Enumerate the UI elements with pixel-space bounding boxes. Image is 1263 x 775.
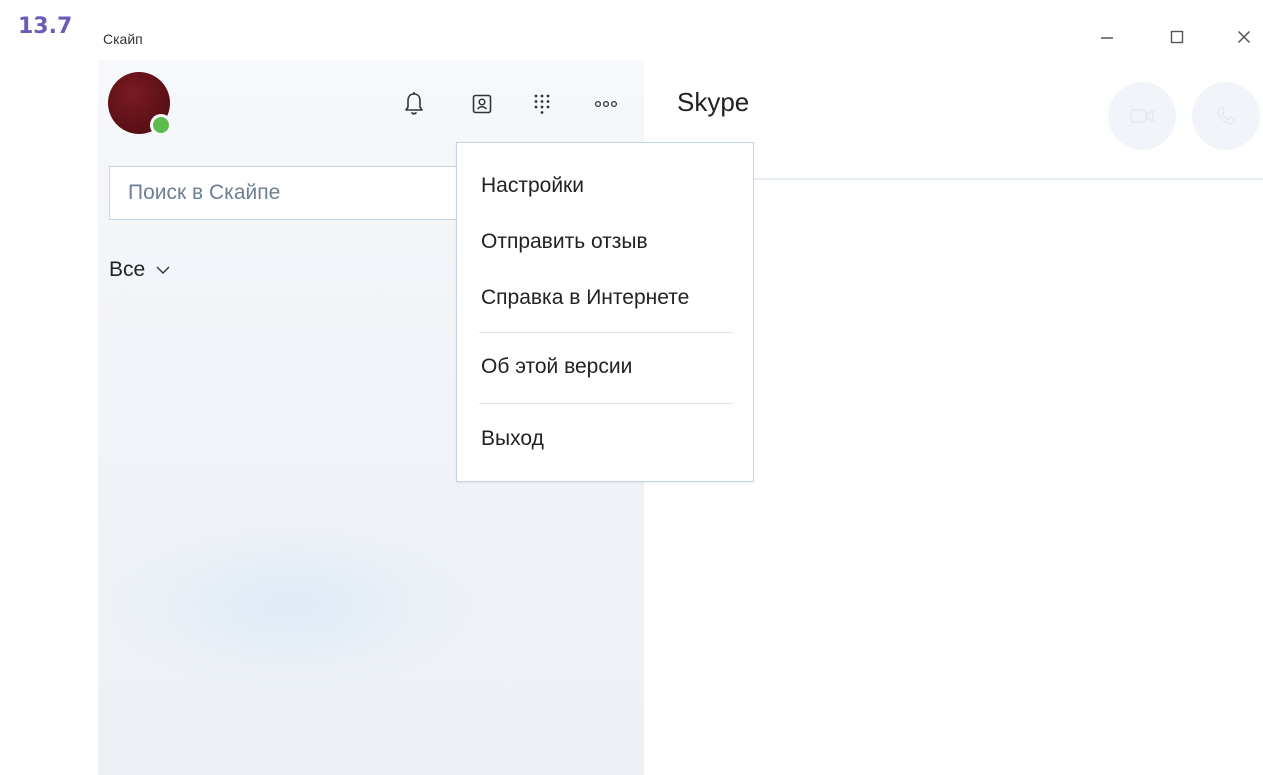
bell-icon	[405, 92, 423, 115]
maximize-button[interactable]	[1157, 20, 1197, 54]
notifications-button[interactable]	[398, 88, 430, 120]
dialpad-icon	[534, 94, 550, 114]
video-call-button[interactable]	[1108, 82, 1176, 150]
audio-call-button[interactable]	[1192, 82, 1260, 150]
phone-icon	[1217, 107, 1235, 125]
menu-item-sign-out[interactable]: Выход	[481, 427, 544, 451]
filter-dropdown[interactable]: Все	[109, 258, 171, 282]
window-title: Скайп	[103, 31, 143, 47]
minimize-button[interactable]	[1087, 20, 1127, 54]
menu-divider	[479, 332, 733, 333]
dialpad-button[interactable]	[526, 88, 558, 120]
figure-label: 13.7	[18, 14, 73, 39]
more-options-button[interactable]	[590, 88, 622, 120]
close-icon	[1237, 30, 1251, 44]
menu-item-about[interactable]: Об этой версии	[481, 355, 632, 379]
chevron-down-icon	[156, 266, 170, 274]
video-camera-icon	[1130, 109, 1154, 123]
search-input[interactable]	[109, 166, 469, 220]
maximize-icon	[1170, 30, 1184, 44]
more-options-menu: Настройки Отправить отзыв Справка в Инте…	[456, 142, 754, 482]
sidebar-background-blur	[110, 520, 470, 690]
menu-item-online-help[interactable]: Справка в Интернете	[481, 286, 689, 310]
menu-item-settings[interactable]: Настройки	[481, 174, 584, 198]
filter-label: Все	[109, 258, 146, 281]
more-icon	[594, 100, 618, 108]
menu-item-send-feedback[interactable]: Отправить отзыв	[481, 230, 648, 254]
contacts-button[interactable]	[466, 88, 498, 120]
minimize-icon	[1101, 37, 1113, 39]
menu-divider	[479, 403, 733, 404]
close-button[interactable]	[1224, 20, 1263, 54]
contacts-icon	[472, 94, 492, 114]
presence-indicator	[150, 114, 172, 136]
page-title: Skype	[677, 87, 750, 117]
